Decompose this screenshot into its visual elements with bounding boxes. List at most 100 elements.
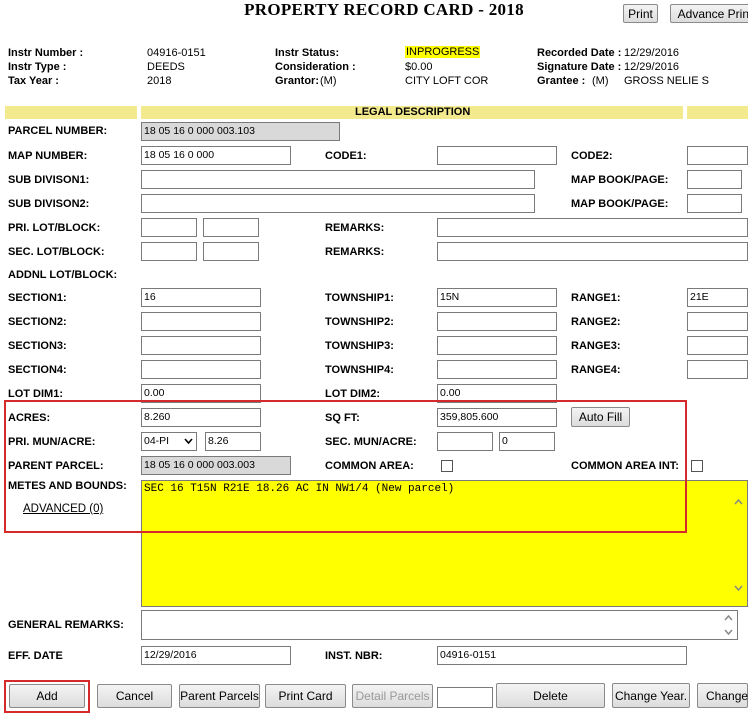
map-number-field[interactable]: 18 05 16 0 000: [141, 146, 291, 165]
sub-division2-label: SUB DIVISON2:: [8, 198, 90, 210]
recorded-date-label: Recorded Date :: [537, 47, 622, 59]
advance-print-button[interactable]: Advance Print: [670, 4, 748, 23]
parcel-number-field[interactable]: 18 05 16 0 000 003.103: [141, 122, 340, 141]
section1-label: SECTION1:: [8, 292, 67, 304]
code2-field[interactable]: [687, 146, 748, 165]
section2-label: SECTION2:: [8, 316, 67, 328]
delete-button[interactable]: Delete: [496, 683, 605, 708]
signature-date-label: Signature Date :: [537, 61, 622, 73]
township4-field[interactable]: [437, 360, 557, 379]
remarks-label-2: REMARKS:: [325, 246, 385, 258]
map-book-page-field-2[interactable]: [687, 194, 742, 213]
common-area-int-checkbox[interactable]: [691, 460, 703, 472]
general-remarks-textarea[interactable]: [141, 610, 738, 640]
township2-label: TOWNSHIP2:: [325, 316, 394, 328]
code1-label: CODE1:: [325, 150, 367, 162]
section4-field[interactable]: [141, 360, 261, 379]
print-card-button[interactable]: Print Card: [265, 684, 346, 708]
range2-field[interactable]: [687, 312, 748, 331]
detail-parcels-button[interactable]: Detail Parcels: [352, 684, 433, 708]
inst-nbr-field[interactable]: 04916-0151: [437, 646, 687, 665]
grantor-value: CITY LOFT COR: [405, 75, 489, 87]
section-band-right: [687, 106, 748, 119]
grantor-label: Grantor:: [275, 75, 319, 87]
instr-type-label: Instr Type :: [8, 61, 67, 73]
sub-division1-field[interactable]: [141, 170, 535, 189]
pri-lot-block-label: PRI. LOT/BLOCK:: [8, 222, 101, 234]
map-book-page-label-1: MAP BOOK/PAGE:: [571, 174, 669, 186]
instr-status-value: INPROGRESS: [405, 46, 481, 58]
print-button[interactable]: Print: [623, 4, 658, 23]
section-title: LEGAL DESCRIPTION: [355, 106, 471, 118]
metes-scrollbar[interactable]: [730, 481, 747, 606]
section1-field[interactable]: 16: [141, 288, 261, 307]
parent-parcels-button[interactable]: Parent Parcels: [179, 684, 260, 708]
detail-parcels-input[interactable]: [437, 687, 493, 708]
addnl-lot-block-label: ADDNL LOT/BLOCK:: [8, 269, 118, 281]
township3-label: TOWNSHIP3:: [325, 340, 394, 352]
consideration-value: $0.00: [405, 61, 433, 73]
annotation-highlight-box: [4, 400, 687, 533]
township2-field[interactable]: [437, 312, 557, 331]
sub-division2-field[interactable]: [141, 194, 535, 213]
scroll-up-icon[interactable]: [724, 615, 733, 621]
inst-nbr-label: INST. NBR:: [325, 650, 383, 662]
range4-field[interactable]: [687, 360, 748, 379]
change-button[interactable]: Change: [697, 683, 748, 708]
grantee-value: GROSS NELIE S: [624, 75, 709, 87]
township4-label: TOWNSHIP4:: [325, 364, 394, 376]
map-number-label: MAP NUMBER:: [8, 150, 88, 162]
instr-number-label: Instr Number :: [8, 47, 84, 59]
section3-label: SECTION3:: [8, 340, 67, 352]
instr-status-label: Instr Status:: [275, 47, 340, 59]
code1-field[interactable]: [437, 146, 557, 165]
grantor-prefix: (M): [320, 75, 337, 87]
recorded-date-value: 12/29/2016: [624, 47, 680, 59]
grantee-prefix: (M): [592, 75, 609, 87]
sec-lot-field[interactable]: [141, 242, 197, 261]
sec-lot-block-label: SEC. LOT/BLOCK:: [8, 246, 105, 258]
range1-field[interactable]: 21E: [687, 288, 748, 307]
add-button[interactable]: Add: [9, 684, 85, 708]
scroll-down-icon[interactable]: [734, 585, 743, 591]
remarks-label-1: REMARKS:: [325, 222, 385, 234]
lot-dim1-label: LOT DIM1:: [8, 388, 63, 400]
change-year-button[interactable]: Change Year.: [612, 683, 690, 708]
grantee-label: Grantee :: [537, 75, 586, 87]
scroll-up-icon[interactable]: [734, 499, 743, 505]
range3-label: RANGE3:: [571, 340, 621, 352]
range4-label: RANGE4:: [571, 364, 621, 376]
sec-block-field[interactable]: [203, 242, 259, 261]
township3-field[interactable]: [437, 336, 557, 355]
code2-label: CODE2:: [571, 150, 613, 162]
township1-label: TOWNSHIP1:: [325, 292, 394, 304]
eff-date-label: EFF. DATE: [8, 650, 63, 662]
cancel-button[interactable]: Cancel: [97, 684, 172, 708]
parcel-number-label: PARCEL NUMBER:: [8, 125, 108, 137]
general-remarks-label: GENERAL REMARKS:: [8, 619, 124, 631]
tax-year-label: Tax Year :: [8, 75, 59, 87]
township1-field[interactable]: 15N: [437, 288, 557, 307]
eff-date-field[interactable]: 12/29/2016: [141, 646, 291, 665]
section3-field[interactable]: [141, 336, 261, 355]
map-book-page-field-1[interactable]: [687, 170, 742, 189]
range2-label: RANGE2:: [571, 316, 621, 328]
remarks-field-1[interactable]: [437, 218, 748, 237]
section-band-left: [5, 106, 137, 119]
instr-number-value: 04916-0151: [147, 47, 206, 59]
signature-date-value: 12/29/2016: [624, 61, 680, 73]
range3-field[interactable]: [687, 336, 748, 355]
section2-field[interactable]: [141, 312, 261, 331]
tax-year-value: 2018: [147, 75, 172, 87]
sub-division1-label: SUB DIVISON1:: [8, 174, 90, 186]
section4-label: SECTION4:: [8, 364, 67, 376]
pri-block-field[interactable]: [203, 218, 259, 237]
pri-lot-field[interactable]: [141, 218, 197, 237]
scroll-down-icon[interactable]: [724, 629, 733, 635]
consideration-label: Consideration :: [275, 61, 356, 73]
lot-dim2-label: LOT DIM2:: [325, 388, 380, 400]
remarks-field-2[interactable]: [437, 242, 748, 261]
range1-label: RANGE1:: [571, 292, 621, 304]
map-book-page-label-2: MAP BOOK/PAGE:: [571, 198, 669, 210]
instr-type-value: DEEDS: [147, 61, 185, 73]
